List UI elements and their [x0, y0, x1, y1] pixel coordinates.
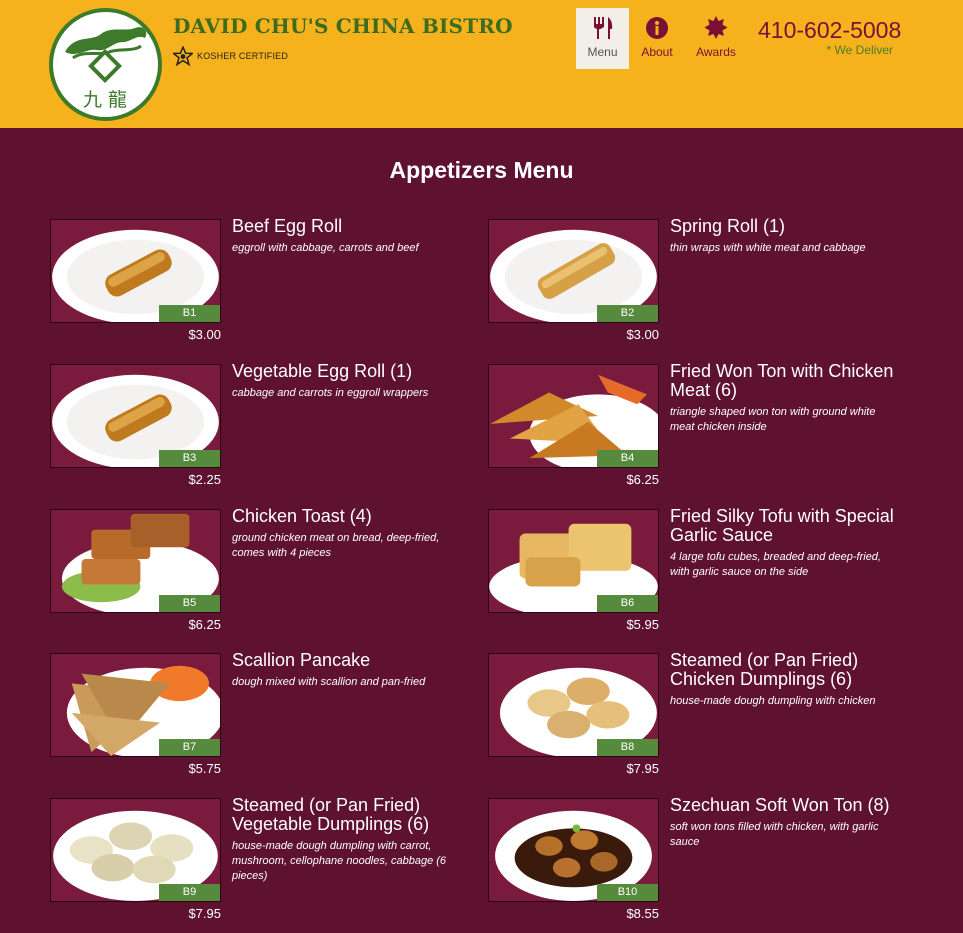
menu-item-code: B10	[597, 884, 658, 901]
phone-number[interactable]: 410-602-5008	[758, 17, 901, 44]
menu-item-photo[interactable]: B8	[488, 653, 659, 757]
menu-item-description: triangle shaped won ton with ground whit…	[670, 406, 876, 433]
menu-item[interactable]: B9 $7.95 Steamed (or Pan Fried) Vegetable …	[50, 795, 480, 933]
menu-item-price: $7.95	[188, 906, 221, 921]
menu-item-description: dough mixed with scallion and pan-fried	[232, 676, 426, 688]
menu-item[interactable]: B5 $6.25 Chicken Toast (4) ground chicken m…	[50, 506, 480, 644]
menu-item-description: house-made dough dumpling with carrot, m…	[232, 840, 447, 882]
menu-item-price: $6.25	[188, 617, 221, 632]
menu-item-code: B4	[597, 450, 658, 467]
menu-item-photo[interactable]: B2	[488, 219, 659, 323]
menu-item-photo[interactable]: B6	[488, 509, 659, 613]
menu-item[interactable]: B10 $8.55 Szechuan Soft Won Ton (8) soft wo…	[488, 795, 918, 933]
menu-item[interactable]: B1 $3.00 Beef Egg Roll eggroll with cabbage…	[50, 216, 480, 354]
menu-item[interactable]: B7 $5.75 Scallion Pancake dough mixed with …	[50, 650, 480, 788]
menu-item-price: $6.25	[626, 472, 659, 487]
menu-item-price: $7.95	[626, 761, 659, 776]
nav-menu-label: Menu	[587, 45, 618, 59]
menu-item-name: Fried Silky Tofu with Special Garlic Sau…	[670, 506, 894, 545]
menu-item-name: Steamed (or Pan Fried) Vegetable Dumplin…	[232, 795, 430, 834]
menu-item-description: ground chicken meat on bread, deep-fried…	[232, 532, 440, 559]
menu-item-code: B8	[597, 739, 658, 756]
menu-item-description: soft won tons filled with chicken, with …	[670, 821, 879, 848]
award-icon	[704, 16, 728, 39]
menu-item-photo[interactable]: B4	[488, 364, 659, 468]
site-header: 九 龍 DAVID CHU'S CHINA BISTRO KOSHER CERT…	[0, 0, 963, 128]
menu-item[interactable]: B2 $3.00 Spring Roll (1) thin wraps with wh…	[488, 216, 918, 354]
kosher-badge: KOSHER CERTIFIED	[173, 45, 288, 67]
menu-item-name: Szechuan Soft Won Ton (8)	[670, 795, 890, 815]
menu-item[interactable]: B4 $6.25 Fried Won Ton with Chicken Meat (…	[488, 361, 918, 499]
nav-awards[interactable]: Awards	[690, 8, 742, 69]
menu-item-code: B3	[159, 450, 220, 467]
menu-item-photo[interactable]: B9	[50, 798, 221, 902]
menu-item-code: B7	[159, 739, 220, 756]
menu-item-photo[interactable]: B7	[50, 653, 221, 757]
kosher-label: KOSHER CERTIFIED	[197, 51, 289, 61]
menu-item-photo[interactable]: B1	[50, 219, 221, 323]
menu-item-price: $5.95	[626, 617, 659, 632]
menu-item-photo[interactable]: B5	[50, 509, 221, 613]
menu-item-code: B5	[159, 595, 220, 612]
menu-item[interactable]: B8 $7.95 Steamed (or Pan Fried) Chicken Du…	[488, 650, 918, 788]
menu-item-code: B1	[159, 305, 220, 322]
menu-item-photo[interactable]: B10	[488, 798, 659, 902]
deliver-note: * We Deliver	[826, 43, 893, 57]
menu-item-price: $3.00	[188, 327, 221, 342]
nav-menu[interactable]: Menu	[576, 8, 629, 69]
menu-item-description: cabbage and carrots in eggroll wrappers	[232, 387, 429, 399]
nav-about[interactable]: About	[636, 8, 678, 69]
info-icon	[646, 17, 668, 39]
menu-item-name: Spring Roll (1)	[670, 216, 786, 236]
menu-item-name: Vegetable Egg Roll (1)	[232, 361, 413, 381]
menu-item[interactable]: B3 $2.25 Vegetable Egg Roll (1) cabbage and…	[50, 361, 480, 499]
menu-item-name: Beef Egg Roll	[232, 216, 343, 236]
menu-item-name: Scallion Pancake	[232, 650, 371, 670]
utensils-icon	[593, 17, 612, 39]
page-title: Appetizers Menu	[389, 157, 574, 183]
logo-text: 九 龍	[83, 89, 127, 111]
menu-item-name: Chicken Toast (4)	[232, 506, 372, 526]
menu-item-code: B6	[597, 595, 658, 612]
menu-item-name: Steamed (or Pan Fried) Chicken Dumplings…	[670, 650, 859, 689]
menu-item-description: thin wraps with white meat and cabbage	[670, 242, 866, 254]
menu-item-price: $8.55	[626, 906, 659, 921]
nav-awards-label: Awards	[696, 45, 736, 59]
menu-item-description: eggroll with cabbage, carrots and beef	[232, 242, 419, 254]
kosher-star-icon	[173, 46, 193, 66]
menu-item-description: house-made dough dumpling with chicken	[670, 695, 876, 707]
menu-item-description: 4 large tofu cubes, breaded and deep-fri…	[670, 551, 881, 578]
menu-item-price: $3.00	[626, 327, 659, 342]
menu-item-code: B9	[159, 884, 220, 901]
brand-name[interactable]: DAVID CHU'S CHINA BISTRO	[173, 14, 513, 38]
nav-about-label: About	[641, 45, 673, 59]
menu-item-price: $2.25	[188, 472, 221, 487]
menu-item-name: Fried Won Ton with Chicken Meat (6)	[670, 361, 894, 400]
menu-item-price: $5.75	[188, 761, 221, 776]
logo[interactable]: 九 龍	[49, 8, 162, 121]
menu-item-code: B2	[597, 305, 658, 322]
menu-item-photo[interactable]: B3	[50, 364, 221, 468]
menu-item[interactable]: B6 $5.95 Fried Silky Tofu with Special Gar…	[488, 506, 918, 644]
